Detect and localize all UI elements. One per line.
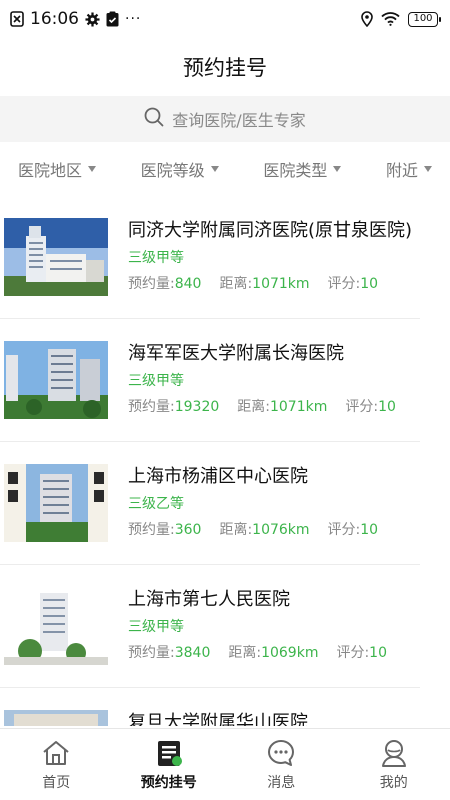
tab-label: 消息 [267,774,296,791]
list-item[interactable]: 上海市杨浦区中心医院 三级乙等 预约量:360 距离:1076km 评分:10 [0,442,420,565]
tab-label: 我的 [379,774,408,791]
hospital-name: 同济大学附属同济医院(原甘泉医院) [128,220,413,241]
hospital-stats: 预约量:19320 距离:1071km 评分:10 [128,398,420,416]
distance: 距离:1071km [219,276,310,292]
status-time: 16:06 [30,9,79,29]
filter-label: 医院等级 [140,161,205,180]
hospital-stats: 预约量:360 距离:1076km 评分:10 [128,521,420,539]
appointment-icon [154,738,184,768]
search-placeholder: 查询医院/医生专家 [172,111,306,130]
settings-icon [85,11,100,27]
tab-profile[interactable]: 我的 [338,729,450,800]
search-bar[interactable]: 查询医院/医生专家 [0,96,450,142]
clipboard-check-icon [106,11,119,27]
hospital-stats: 预约量:3840 距离:1069km 评分:10 [128,644,420,662]
bottom-tab-bar: 首页 预约挂号 消息 我的 [0,728,450,800]
caret-down-icon [423,166,432,172]
hospital-photo [4,218,108,296]
tab-home[interactable]: 首页 [0,729,113,800]
notification-icon [10,11,24,27]
hospital-name: 复旦大学附属华山医院 [128,712,308,726]
tab-label: 预约挂号 [140,774,197,791]
page-title: 预约挂号 [183,56,267,80]
distance: 距离:1076km [219,522,310,538]
filter-region[interactable]: 医院地区 [18,157,97,181]
hospital-list: 同济大学附属同济医院(原甘泉医院) 三级甲等 预约量:840 距离:1071km… [0,196,450,726]
caret-down-icon [333,166,342,172]
battery-icon: 100 [408,11,441,27]
rating: 评分:10 [327,522,379,538]
rating: 评分:10 [345,399,396,415]
hospital-level: 三级甲等 [128,250,184,266]
distance: 距离:1071km [237,399,328,415]
distance: 距离:1069km [228,645,319,661]
hospital-photo [4,587,108,665]
filter-bar: 医院地区 医院等级 医院类型 附近 [0,146,450,192]
message-icon [266,738,296,768]
list-item[interactable]: 上海市第七人民医院 三级甲等 预约量:3840 距离:1069km 评分:10 [0,565,420,688]
tab-appointment[interactable]: 预约挂号 [113,729,226,800]
filter-label: 医院类型 [263,161,328,180]
hospital-photo [4,710,108,726]
hospital-name: 上海市第七人民医院 [128,589,290,610]
status-bar: 16:06 ··· 100 [0,0,450,38]
filter-label: 医院地区 [18,161,83,180]
hospital-level: 三级乙等 [128,496,184,512]
hospital-level: 三级甲等 [128,619,184,635]
status-more: ··· [125,11,142,27]
tab-messages[interactable]: 消息 [225,729,338,800]
hospital-name: 上海市杨浦区中心医院 [128,466,308,487]
caret-down-icon [210,166,219,172]
home-icon [41,738,71,768]
location-icon [361,11,373,27]
hospital-stats: 预约量:840 距离:1071km 评分:10 [128,275,420,293]
appointment-count: 预约量:360 [128,522,202,538]
rating: 评分:10 [336,645,387,661]
hospital-photo [4,464,108,542]
hospital-photo [4,341,108,419]
profile-icon [379,738,409,768]
filter-label: 附近 [385,161,418,180]
list-item[interactable]: 同济大学附属同济医院(原甘泉医院) 三级甲等 预约量:840 距离:1071km… [0,196,420,319]
appointment-count: 预约量:19320 [128,399,220,415]
filter-type[interactable]: 医院类型 [263,157,342,181]
appointment-count: 预约量:3840 [128,645,211,661]
filter-nearby[interactable]: 附近 [386,157,432,181]
wifi-icon [381,12,400,26]
filter-level[interactable]: 医院等级 [141,157,219,181]
caret-down-icon [88,166,97,172]
rating: 评分:10 [327,276,379,292]
appointment-count: 预约量:840 [128,276,202,292]
list-item[interactable]: 海军军医大学附属长海医院 三级甲等 预约量:19320 距离:1071km 评分… [0,319,420,442]
hospital-level: 三级甲等 [128,373,184,389]
hospital-name: 海军军医大学附属长海医院 [128,343,344,364]
search-icon [144,107,164,131]
list-item[interactable]: 复旦大学附属华山医院 [0,688,420,726]
tab-label: 首页 [42,774,71,791]
